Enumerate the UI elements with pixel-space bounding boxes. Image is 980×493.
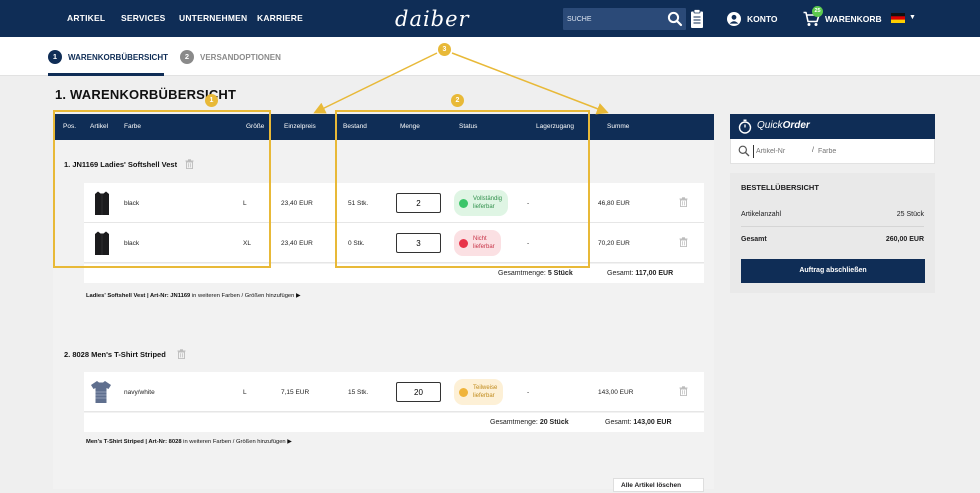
annotation-arrow-right [451, 52, 609, 115]
summary-total-label: Gesamt [741, 236, 767, 243]
summary-count-label: Artikelanzahl [741, 211, 782, 218]
summary-title: BESTELLÜBERSICHT [741, 183, 819, 192]
field-separator: / [812, 147, 814, 154]
annotation-arrow-left [313, 52, 438, 114]
quickorder-panel: QuickOrder / [730, 114, 935, 164]
summary-count-value: 25 Stück [896, 211, 924, 218]
checkout-button[interactable]: Auftrag abschließen [741, 259, 925, 283]
summary-total-value: 260,00 EUR [885, 236, 924, 243]
summary-total-row: Gesamt 260,00 EUR [741, 236, 924, 243]
quickorder-header: QuickOrder [730, 114, 935, 139]
quickorder-form: / [730, 139, 935, 164]
stopwatch-icon [738, 119, 752, 134]
order-summary: BESTELLÜBERSICHT Artikelanzahl 25 Stück … [730, 173, 935, 293]
summary-count-row: Artikelanzahl 25 Stück [741, 211, 924, 218]
summary-divider [741, 226, 924, 227]
article-number-input[interactable] [753, 145, 808, 158]
color-input[interactable] [818, 145, 878, 158]
search-icon [738, 145, 750, 157]
quickorder-title: QuickOrder [757, 120, 810, 131]
